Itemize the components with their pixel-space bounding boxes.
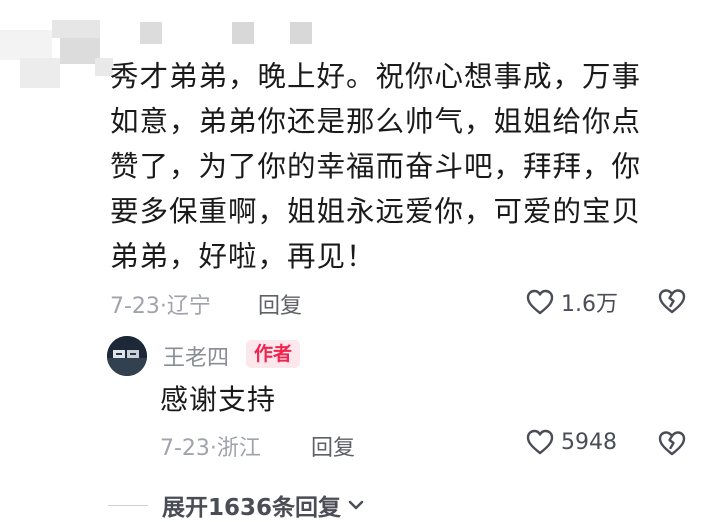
expand-replies-button[interactable]: 展开1636条回复 bbox=[108, 488, 367, 522]
reply-meta: 7-23·浙江 bbox=[160, 430, 261, 462]
reply-text: 感谢支持 bbox=[160, 383, 277, 416]
author-badge: 作者 bbox=[246, 340, 301, 368]
comment-meta: 7-23·辽宁 bbox=[110, 288, 211, 320]
reply-time-location: 7-23·浙江 bbox=[160, 436, 261, 461]
avatar-image bbox=[107, 336, 147, 376]
reply-like-button[interactable]: 5948 bbox=[525, 428, 617, 456]
divider bbox=[108, 504, 148, 506]
reply-like-count: 5948 bbox=[561, 429, 617, 455]
chevron-down-icon bbox=[348, 500, 364, 510]
reply-reply-button[interactable]: 回复 bbox=[311, 430, 355, 462]
reply-username[interactable]: 王老四 bbox=[163, 340, 229, 372]
reply-button[interactable]: 回复 bbox=[258, 288, 302, 320]
comment-text: 秀才弟弟，晚上好。祝你心想事成，万事如意，弟弟你还是那么帅气，姐姐给你点赞了，为… bbox=[110, 60, 642, 273]
comment-time-location: 7-23·辽宁 bbox=[110, 294, 211, 319]
broken-heart-icon[interactable] bbox=[658, 288, 686, 314]
expand-replies-label: 展开1636条回复 bbox=[162, 495, 342, 521]
like-button[interactable]: 1.6万 bbox=[525, 286, 618, 318]
heart-outline-icon bbox=[526, 289, 554, 315]
heart-outline-icon bbox=[526, 429, 554, 455]
avatar[interactable] bbox=[107, 336, 147, 376]
like-count: 1.6万 bbox=[561, 292, 618, 317]
broken-heart-icon[interactable] bbox=[658, 430, 686, 456]
